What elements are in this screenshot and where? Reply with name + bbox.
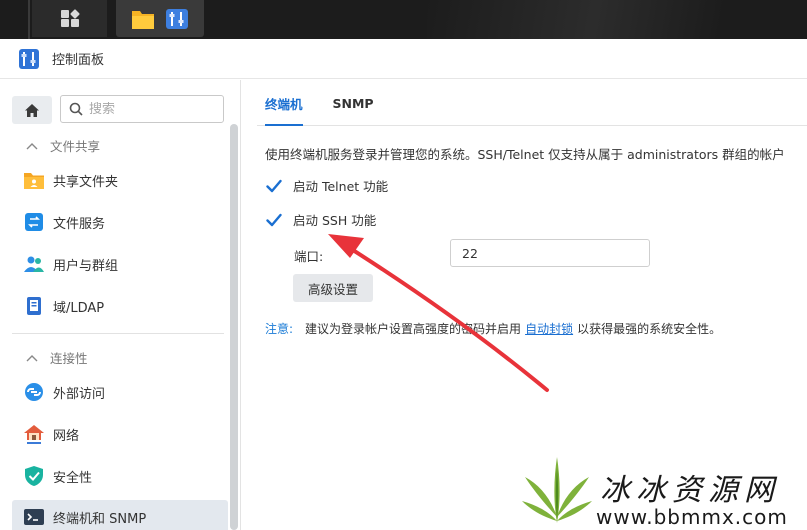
ssh-option[interactable]: 启动 SSH 功能	[265, 210, 376, 229]
sidebar-item-users-groups[interactable]: 用户与群组	[12, 247, 228, 281]
grid-icon	[60, 8, 80, 27]
sidebar-item-label: 共享文件夹	[53, 174, 119, 190]
control-panel-icon	[19, 48, 39, 69]
folder-user-icon	[23, 169, 45, 191]
sidebar-item-terminal-snmp[interactable]: 终端机和 SNMP	[12, 500, 228, 530]
group-label: 文件共享	[50, 139, 101, 154]
sidebar-item-domain-ldap[interactable]: 域/LDAP	[12, 289, 228, 323]
file-station-icon[interactable]	[131, 8, 155, 30]
window-title: 控制面板	[52, 53, 105, 68]
control-panel-icon[interactable]	[165, 8, 189, 30]
note-label: 注意:	[265, 322, 294, 336]
search-input[interactable]	[89, 101, 199, 117]
window-header: 控制面板	[0, 39, 807, 79]
network-house-icon	[23, 423, 45, 445]
home-icon	[25, 103, 39, 117]
security-note: 注意: 建议为登录帐户设置高强度的密码并启用 自动封锁 以获得最强的系统安全性。	[265, 320, 721, 337]
globe-link-icon	[23, 381, 45, 403]
search-box[interactable]	[60, 95, 224, 123]
tab-terminal[interactable]: 终端机	[257, 80, 311, 126]
sidebar-item-file-services[interactable]: 文件服务	[12, 205, 228, 239]
watermark: 冰冰资源网 www.bbmmx.com	[520, 455, 807, 530]
sidebar-item-security[interactable]: 安全性	[12, 459, 228, 493]
ssh-label: 启动 SSH 功能	[293, 213, 377, 228]
port-label: 端口:	[294, 249, 324, 264]
telnet-label: 启动 Telnet 功能	[293, 179, 389, 194]
group-header-connectivity[interactable]: 连接性	[26, 348, 88, 367]
checkmark-icon	[266, 179, 282, 192]
terminal-description: 使用终端机服务登录并管理您的系统。SSH/Telnet 仅支持从属于 admin…	[265, 147, 785, 162]
telnet-checkbox[interactable]	[265, 177, 283, 195]
sidebar-item-label: 网络	[53, 428, 80, 444]
sidebar-item-label: 文件服务	[53, 216, 106, 232]
domain-icon	[23, 295, 45, 317]
telnet-option[interactable]: 启动 Telnet 功能	[265, 176, 388, 195]
leaf-logo-icon	[522, 457, 592, 523]
sidebar-scrollbar[interactable]	[230, 124, 238, 530]
users-icon	[23, 253, 45, 275]
home-button[interactable]	[12, 96, 52, 124]
search-icon	[69, 102, 83, 116]
taskbar-separator	[28, 0, 30, 39]
file-services-icon	[23, 211, 45, 233]
tab-bar: 终端机 SNMP	[257, 80, 807, 126]
auto-block-link[interactable]: 自动封锁	[525, 322, 573, 336]
chevron-up-icon	[26, 142, 38, 149]
sidebar-item-network[interactable]: 网络	[12, 417, 228, 451]
sidebar-item-label: 终端机和 SNMP	[53, 511, 147, 527]
taskbar	[0, 0, 807, 39]
sidebar-item-label: 用户与群组	[53, 258, 119, 274]
sidebar-item-label: 域/LDAP	[53, 300, 105, 316]
group-header-file-sharing[interactable]: 文件共享	[26, 136, 100, 155]
watermark-text: 冰冰资源网	[600, 473, 780, 508]
shield-icon	[23, 465, 45, 487]
sidebar: 文件共享 共享文件夹 文件服务 用户与群组 域/LDAP 连接性 外部访问	[0, 80, 241, 530]
sidebar-item-shared-folder[interactable]: 共享文件夹	[12, 163, 228, 197]
tab-snmp[interactable]: SNMP	[325, 80, 382, 126]
note-text-after: 以获得最强的系统安全性。	[577, 322, 722, 336]
terminal-icon	[23, 506, 45, 528]
sidebar-item-label: 外部访问	[53, 386, 106, 402]
ssh-checkbox[interactable]	[265, 211, 283, 229]
port-input[interactable]	[450, 239, 650, 267]
taskbar-glow	[427, 0, 807, 39]
chevron-up-icon	[26, 354, 38, 361]
advanced-settings-button[interactable]: 高级设置	[293, 274, 373, 302]
sidebar-item-external-access[interactable]: 外部访问	[12, 375, 228, 409]
group-label: 连接性	[50, 351, 88, 366]
note-text: 建议为登录帐户设置高强度的密码并启用	[305, 322, 522, 336]
sidebar-divider	[12, 333, 224, 334]
checkmark-icon	[266, 213, 282, 226]
main-menu-button[interactable]	[32, 0, 107, 37]
watermark-url: www.bbmmx.com	[596, 505, 788, 529]
open-apps-group[interactable]	[116, 0, 204, 37]
sidebar-item-label: 安全性	[53, 470, 93, 486]
